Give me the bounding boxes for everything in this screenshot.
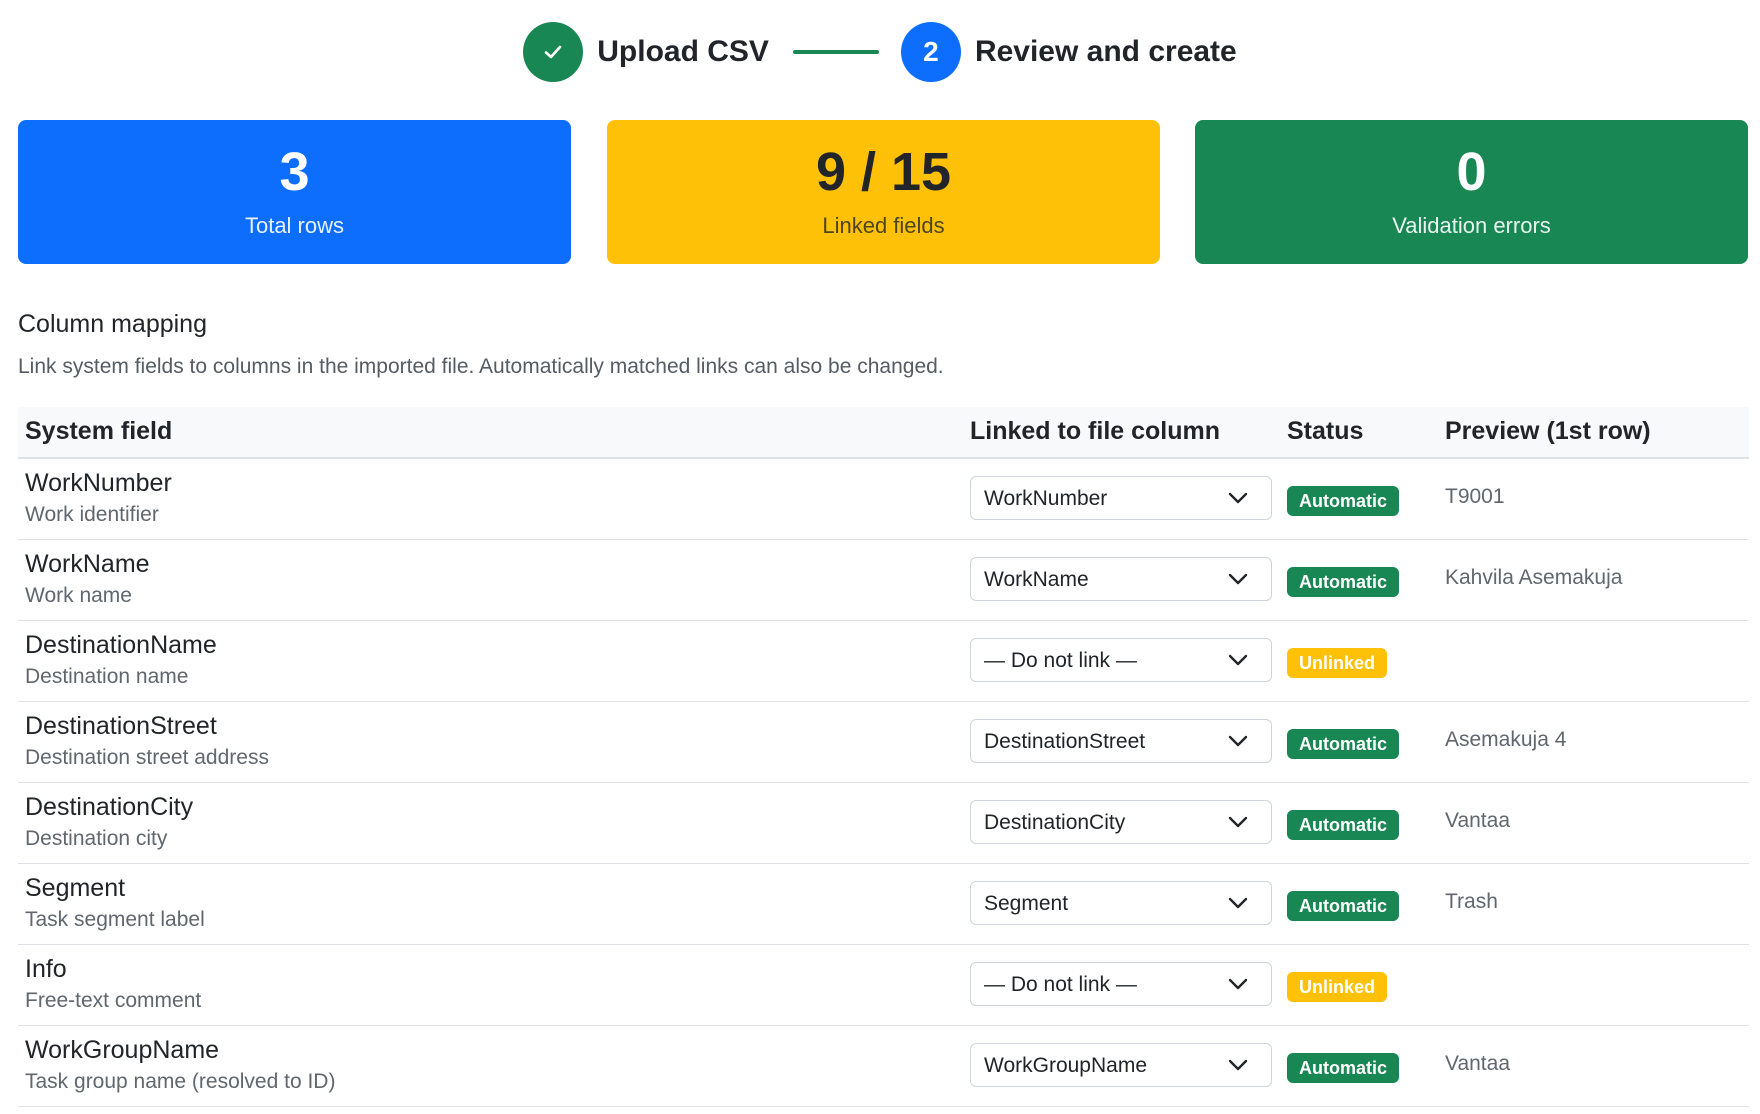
system-field-description: Task group name (resolved to ID) bbox=[25, 1070, 336, 1093]
chevron-down-icon bbox=[1228, 978, 1248, 990]
system-field-name: Info bbox=[25, 955, 67, 983]
system-field-name: WorkName bbox=[25, 550, 150, 578]
column-header-linked-column: Linked to file column bbox=[970, 417, 1221, 445]
preview-value: Kahvila Asemakuja bbox=[1445, 566, 1623, 589]
chevron-down-icon bbox=[1228, 897, 1248, 909]
table-row: DestinationName Destination name — Do not … bbox=[18, 621, 1749, 702]
table-row: DestinationCity Destination city Destinati… bbox=[18, 783, 1749, 864]
system-field-description: Task segment label bbox=[25, 908, 205, 931]
chevron-down-icon bbox=[1228, 735, 1248, 747]
selected-column: Segment bbox=[984, 892, 1069, 915]
section-description: Link system fields to columns in the imp… bbox=[18, 355, 944, 378]
preview-value: Asemakuja 4 bbox=[1445, 728, 1567, 751]
mapping-table: System field Linked to file column Statu… bbox=[18, 407, 1749, 1107]
selected-column: WorkGroupName bbox=[984, 1054, 1147, 1077]
summary-cards: 3 Total rows 9 / 15 Linked fields 0 Vali… bbox=[18, 120, 1749, 264]
status-badge: Automatic bbox=[1287, 567, 1400, 597]
system-field-description: Destination name bbox=[25, 665, 189, 688]
status-badge: Automatic bbox=[1287, 810, 1400, 840]
file-column-select[interactable]: DestinationStreet bbox=[970, 719, 1272, 763]
chevron-down-icon bbox=[1228, 654, 1248, 666]
total-rows-card: 3 Total rows bbox=[18, 120, 571, 264]
file-column-select[interactable]: Segment bbox=[970, 881, 1272, 925]
step-label: Upload CSV bbox=[597, 35, 769, 68]
selected-column: — Do not link — bbox=[984, 649, 1137, 672]
stat-value: 9 / 15 bbox=[815, 142, 952, 202]
selected-column: DestinationCity bbox=[984, 811, 1126, 834]
file-column-select[interactable]: — Do not link — bbox=[970, 962, 1272, 1006]
stat-label: Total rows bbox=[244, 213, 345, 238]
status-badge: Unlinked bbox=[1287, 972, 1388, 1002]
chevron-down-icon bbox=[1228, 816, 1248, 828]
step-label: Review and create bbox=[974, 35, 1237, 68]
system-field-name: Segment bbox=[25, 874, 126, 902]
chevron-down-icon bbox=[1228, 573, 1248, 585]
preview-value: Trash bbox=[1445, 890, 1498, 913]
stat-value: 0 bbox=[1456, 142, 1487, 202]
preview-value: T9001 bbox=[1445, 485, 1505, 508]
selected-column: — Do not link — bbox=[984, 973, 1137, 996]
stepper: Upload CSV 2 Review and create bbox=[0, 22, 1760, 82]
table-row: WorkName Work name WorkName Automatic Kahvil… bbox=[18, 540, 1749, 621]
chevron-down-icon bbox=[1228, 1059, 1248, 1071]
system-field-description: Free-text comment bbox=[25, 989, 202, 1012]
status-badge: Automatic bbox=[1287, 486, 1400, 516]
selected-column: DestinationStreet bbox=[984, 730, 1146, 753]
step-complete-badge bbox=[523, 22, 584, 82]
status-badge: Unlinked bbox=[1287, 648, 1388, 678]
system-field-name: WorkGroupName bbox=[25, 1036, 220, 1064]
system-field-name: WorkNumber bbox=[25, 469, 172, 497]
file-column-select[interactable]: WorkNumber bbox=[970, 476, 1272, 520]
column-header-system-field: System field bbox=[25, 417, 173, 445]
table-row: Info Free-text comment — Do not link — Unli… bbox=[18, 945, 1749, 1026]
chevron-down-icon bbox=[1228, 492, 1248, 504]
system-field-description: Work name bbox=[25, 584, 132, 607]
linked-fields-card: 9 / 15 Linked fields bbox=[607, 120, 1160, 264]
step-connector bbox=[792, 50, 879, 54]
column-header-preview: Preview (1st row) bbox=[1445, 417, 1651, 445]
stat-label: Validation errors bbox=[1392, 213, 1551, 238]
stat-value: 3 bbox=[279, 142, 310, 202]
preview-value: Vantaa bbox=[1445, 809, 1510, 832]
system-field-description: Destination city bbox=[25, 827, 168, 850]
table-header: System field Linked to file column Statu… bbox=[18, 407, 1749, 459]
table-row: DestinationStreet Destination street addr… bbox=[18, 702, 1749, 783]
status-badge: Automatic bbox=[1287, 1053, 1400, 1083]
table-row: WorkNumber Work identifier WorkNumber Autom… bbox=[18, 459, 1749, 540]
table-body: WorkNumber Work identifier WorkNumber Autom… bbox=[18, 459, 1749, 1107]
system-field-name: DestinationCity bbox=[25, 793, 194, 821]
system-field-description: Destination street address bbox=[25, 746, 269, 769]
status-badge: Automatic bbox=[1287, 891, 1400, 921]
preview-value: Vantaa bbox=[1445, 1052, 1510, 1075]
status-badge: Automatic bbox=[1287, 729, 1400, 759]
section-title: Column mapping bbox=[18, 310, 207, 338]
selected-column: WorkNumber bbox=[984, 487, 1108, 510]
step-review-and-create: 2 Review and create bbox=[900, 22, 1237, 82]
step-number: 2 bbox=[900, 22, 961, 82]
file-column-select[interactable]: WorkName bbox=[970, 557, 1272, 601]
system-field-name: DestinationName bbox=[25, 631, 217, 659]
file-column-select[interactable]: — Do not link — bbox=[970, 638, 1272, 682]
table-row: Segment Task segment label Segment Automati… bbox=[18, 864, 1749, 945]
stat-label: Linked fields bbox=[822, 213, 945, 238]
selected-column: WorkName bbox=[984, 568, 1089, 591]
step-upload-csv: Upload CSV bbox=[523, 22, 769, 82]
column-header-status: Status bbox=[1287, 417, 1364, 445]
file-column-select[interactable]: WorkGroupName bbox=[970, 1043, 1272, 1087]
check-icon bbox=[544, 45, 562, 59]
file-column-select[interactable]: DestinationCity bbox=[970, 800, 1272, 844]
system-field-description: Work identifier bbox=[25, 503, 159, 526]
system-field-name: DestinationStreet bbox=[25, 712, 217, 740]
validation-errors-card: 0 Validation errors bbox=[1195, 120, 1748, 264]
table-row: WorkGroupName Task group name (resolved t… bbox=[18, 1026, 1749, 1107]
